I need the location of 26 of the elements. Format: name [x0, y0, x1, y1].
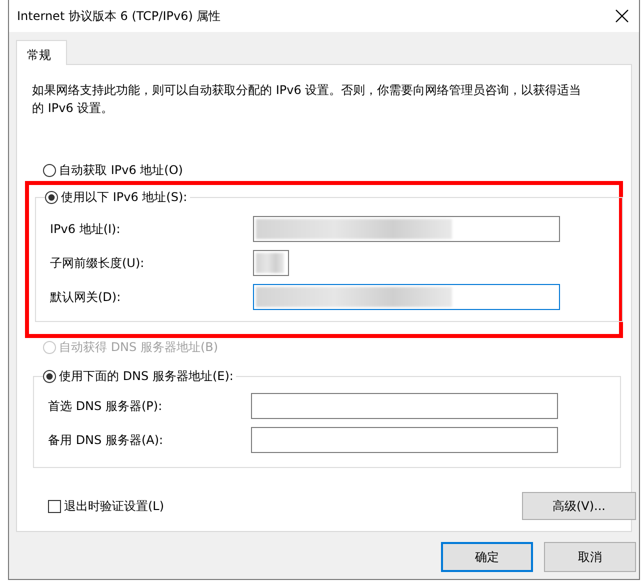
radio-label: 使用下面的 DNS 服务器地址(E): — [59, 368, 234, 384]
radio-label: 自动获得 DNS 服务器地址(B) — [59, 338, 218, 356]
field-label: 备用 DNS 服务器(A): — [48, 432, 164, 448]
advanced-button[interactable]: 高级(V)... — [522, 492, 636, 520]
radio-button[interactable] — [43, 370, 56, 382]
ok-button[interactable]: 确定 — [441, 542, 533, 572]
input-field[interactable] — [253, 216, 560, 242]
input-field[interactable] — [253, 284, 560, 310]
field-label: IPv6 地址(I): — [50, 220, 122, 238]
radio-button[interactable] — [43, 164, 56, 176]
checkbox-label: 退出时验证设置(L) — [64, 498, 164, 514]
input-field[interactable] — [253, 250, 289, 276]
close-icon[interactable] — [615, 9, 629, 23]
description-text: 如果网络支持此功能，则可以自动获取分配的 IPv6 设置。否则，你需要向网络管理员咨询，以获得适当的 IPv6 设置。 — [32, 82, 582, 117]
radio-label: 自动获取 IPv6 地址(O) — [59, 162, 183, 178]
window-title: Internet 协议版本 6 (TCP/IPv6) 属性 — [17, 8, 221, 24]
tab[interactable]: 常规 — [16, 40, 67, 65]
checkbox[interactable] — [48, 500, 61, 512]
radio-button[interactable] — [45, 190, 58, 204]
field-label: 首选 DNS 服务器(P): — [48, 398, 164, 414]
cancel-button[interactable]: 取消 — [544, 542, 636, 572]
input-field[interactable] — [251, 393, 558, 419]
field-label: 默认网关(D): — [50, 288, 122, 306]
field-label: 子网前缀长度(U): — [50, 254, 146, 272]
input-field[interactable] — [251, 427, 558, 453]
radio-label: 使用以下 IPv6 地址(S): — [61, 188, 188, 206]
